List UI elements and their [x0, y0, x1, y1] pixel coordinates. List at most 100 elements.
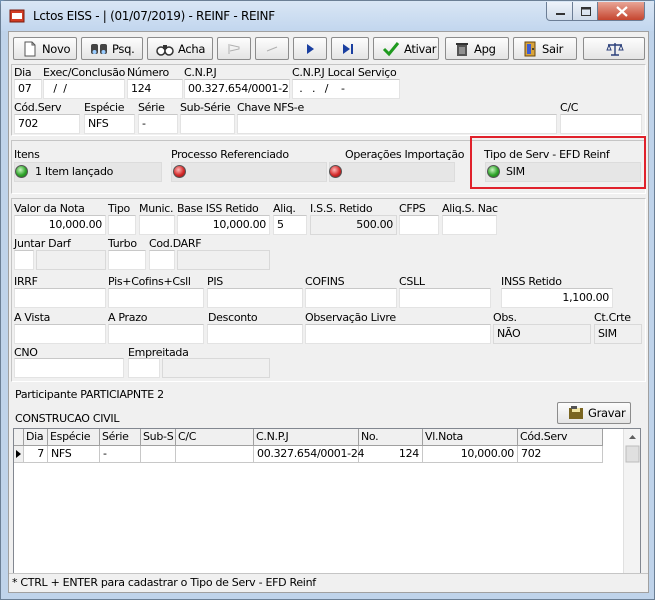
itens-field: 1 Item lançado [14, 162, 162, 182]
cfps-field[interactable] [399, 215, 439, 235]
col-sub-s[interactable]: Sub-S [141, 429, 176, 446]
prior-record-icon [266, 46, 278, 51]
ativar-button[interactable]: Ativar [373, 37, 439, 60]
serie-label: Série [138, 101, 165, 114]
cno-field[interactable] [14, 358, 124, 378]
col-cc[interactable]: C/C [176, 429, 254, 446]
novo-button[interactable]: Novo [13, 37, 77, 60]
cell-no[interactable]: 124 [359, 446, 423, 463]
cell-dia[interactable]: 7 [24, 446, 48, 463]
cell-cnpj[interactable]: 00.327.654/0001-24 [254, 446, 365, 463]
irrf-label: IRRF [14, 275, 38, 288]
tipo-field[interactable] [108, 215, 136, 235]
grid-row-indicator-header [14, 429, 24, 446]
numero-label: Número [127, 66, 169, 79]
col-vl-nota[interactable]: Vl.Nota [423, 429, 518, 446]
base-iss-field[interactable]: 10,000.00 [177, 215, 270, 235]
col-cnpj[interactable]: C.N.P.J [254, 429, 359, 446]
especie-field[interactable]: NFS [84, 114, 135, 134]
dia-field[interactable]: 07 [14, 79, 42, 99]
aliq-label: Aliq. [273, 202, 296, 215]
munic-field[interactable] [139, 215, 175, 235]
valor-nota-field[interactable]: 10,000.00 [14, 215, 106, 235]
inss-retido-field[interactable]: 1,100.00 [501, 288, 613, 308]
desconto-field[interactable] [207, 324, 303, 344]
cofins-field[interactable] [305, 288, 397, 308]
novo-label: Novo [42, 41, 71, 56]
sair-button[interactable]: Sair [513, 37, 577, 60]
apg-button[interactable]: Apg [445, 37, 509, 60]
cofins-label: COFINS [305, 275, 345, 288]
cnpj-local-field[interactable]: . . / - [292, 79, 400, 99]
sub-serie-label: Sub-Série [180, 101, 231, 114]
gravar-button[interactable]: Gravar [557, 402, 631, 424]
cc-field[interactable] [560, 114, 642, 134]
cell-sub-s[interactable] [141, 446, 176, 463]
first-record-button[interactable] [217, 37, 251, 60]
cod-darf-field[interactable] [149, 250, 175, 270]
turbo-label: Turbo [108, 237, 137, 250]
next-record-button[interactable] [293, 37, 327, 60]
avista-label: A Vista [14, 311, 51, 324]
new-document-icon [24, 41, 36, 56]
irrf-field[interactable] [14, 288, 106, 308]
ctcrte-label: Ct.Crte [594, 311, 631, 324]
binoculars-icon [156, 44, 174, 56]
col-cod-serv[interactable]: Cód.Serv [518, 429, 603, 446]
col-dia[interactable]: Dia [24, 429, 48, 446]
checkmark-icon [382, 41, 400, 56]
numero-field[interactable]: 124 [127, 79, 183, 99]
pis-field[interactable] [207, 288, 303, 308]
col-especie[interactable]: Espécie [48, 429, 100, 446]
chave-field[interactable] [237, 114, 557, 134]
aliq-nac-field[interactable] [442, 215, 497, 235]
acha-button[interactable]: Acha [147, 37, 213, 60]
cc-label: C/C [560, 101, 579, 114]
maximize-button[interactable] [572, 2, 598, 21]
sub-serie-field[interactable] [180, 114, 235, 134]
cnpj-label: C.N.P.J [184, 66, 217, 79]
iss-retido-field: 500.00 [310, 215, 397, 235]
serie-field[interactable]: - [138, 114, 178, 134]
turbo-field[interactable] [108, 250, 146, 270]
minimize-button[interactable] [546, 2, 573, 21]
aliq-field[interactable]: 5 [273, 215, 307, 235]
cnpj-field[interactable]: 00.327.654/0001-24 [184, 79, 290, 99]
col-no[interactable]: No. [359, 429, 423, 446]
juntar-darf-field-1[interactable] [14, 250, 34, 270]
cfps-label: CFPS [399, 202, 426, 215]
sair-label: Sair [542, 41, 564, 56]
cod-darf-label: Cod.DARF [149, 237, 202, 250]
prior-record-button[interactable] [255, 37, 289, 60]
last-record-button[interactable] [331, 37, 369, 60]
obs-livre-field[interactable] [305, 324, 491, 344]
empreitada-field[interactable] [128, 358, 160, 378]
itens-label: Itens [14, 148, 40, 161]
vertical-scrollbar[interactable] [623, 429, 640, 586]
exec-field[interactable]: / / [43, 79, 125, 99]
cell-cod-serv[interactable]: 702 [518, 446, 603, 463]
balance-scale-icon [606, 42, 624, 56]
processo-label: Processo Referenciado [171, 148, 289, 161]
tipo-label: Tipo [108, 202, 130, 215]
psq-button[interactable]: Psq. [81, 37, 143, 60]
col-serie[interactable]: Série [100, 429, 141, 446]
balance-button[interactable] [583, 37, 645, 60]
avista-field[interactable] [14, 324, 106, 344]
psq-label: Psq. [112, 41, 135, 56]
base-iss-label: Base ISS Retido [177, 202, 259, 215]
apg-label: Apg [474, 41, 496, 56]
aprazo-field[interactable] [108, 324, 204, 344]
cell-vl-nota[interactable]: 10,000.00 [423, 446, 518, 463]
close-button[interactable] [597, 2, 645, 21]
pis-cofins-csll-field[interactable] [108, 288, 204, 308]
ativar-label: Ativar [404, 41, 437, 56]
cell-serie[interactable]: - [100, 446, 141, 463]
cod-serv-field[interactable]: 702 [14, 114, 80, 134]
cell-especie[interactable]: NFS [48, 446, 100, 463]
csll-field[interactable] [399, 288, 491, 308]
importacao-status-red-icon [329, 165, 342, 178]
play-next-icon [307, 43, 314, 54]
cell-cc[interactable] [176, 446, 254, 463]
pis-cofins-csll-label: Pis+Cofins+Csll [108, 275, 191, 288]
